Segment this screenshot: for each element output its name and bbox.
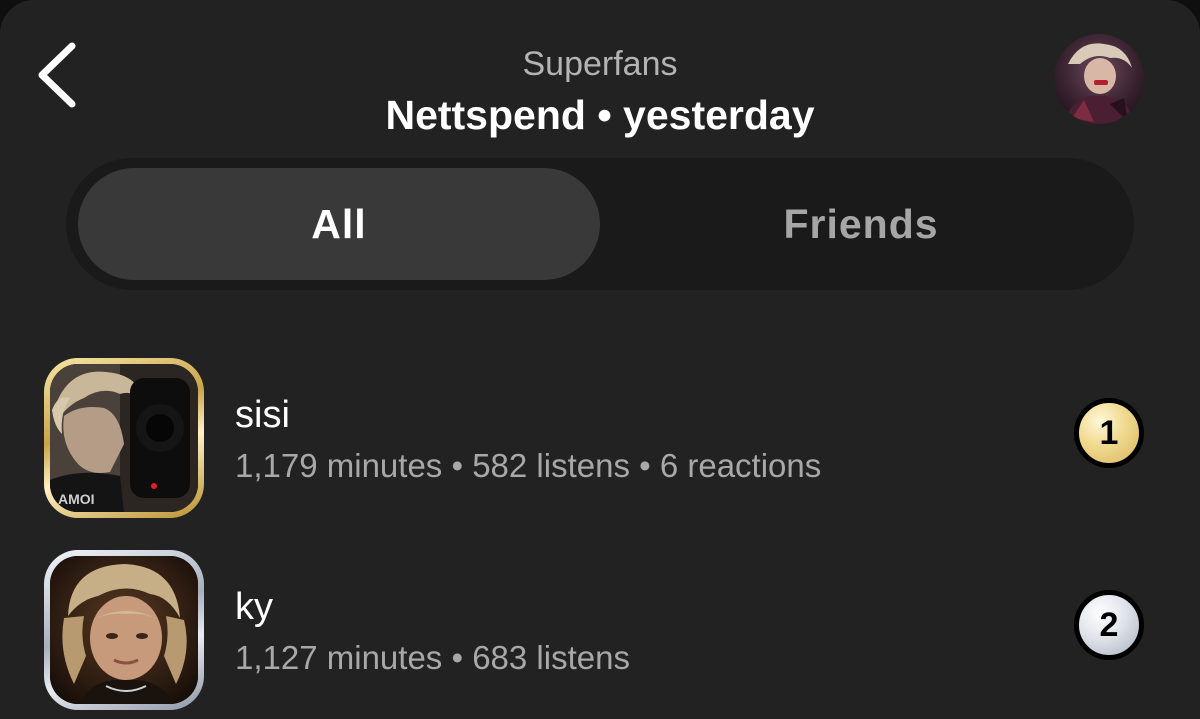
user-avatar-image <box>50 556 198 704</box>
segmented-control: All Friends <box>66 158 1134 290</box>
avatar: AMOI <box>50 364 198 512</box>
list-item[interactable]: AMOI sisi 1,179 minutes • 582 listens • … <box>0 358 1200 518</box>
rank-badge: 2 <box>1074 590 1144 660</box>
listening-stats: 1,179 minutes • 582 listens • 6 reaction… <box>235 447 822 484</box>
page-subtitle: Nettspend • yesterday <box>385 92 815 138</box>
user-avatar-image: AMOI <box>50 364 198 512</box>
list-item[interactable]: ky 1,127 minutes • 683 listens 2 <box>0 550 1200 710</box>
username: ky <box>235 586 273 628</box>
chevron-left-icon <box>38 42 76 108</box>
back-button[interactable] <box>30 38 90 112</box>
avatar <box>50 556 198 704</box>
svg-text:AMOI: AMOI <box>58 491 95 507</box>
tab-friends[interactable]: Friends <box>600 168 1122 280</box>
artist-avatar[interactable] <box>1054 34 1144 124</box>
tab-all[interactable]: All <box>78 168 600 280</box>
superfans-screen: Superfans Nettspend • yesterday All Frie… <box>0 0 1200 719</box>
avatar-frame-silver <box>44 550 204 710</box>
listening-stats: 1,127 minutes • 683 listens <box>235 639 630 676</box>
avatar-frame-gold: AMOI <box>44 358 204 518</box>
username: sisi <box>235 394 290 436</box>
artist-avatar-image <box>1054 34 1144 124</box>
page-title: Superfans <box>522 45 678 83</box>
rank-badge: 1 <box>1074 398 1144 468</box>
